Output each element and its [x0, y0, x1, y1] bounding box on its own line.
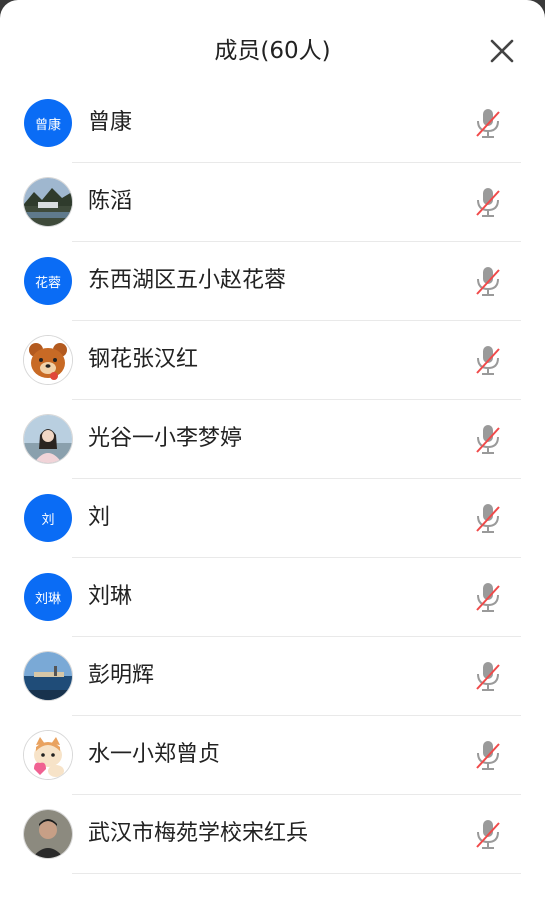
avatar [24, 178, 72, 226]
member-name: 陈滔 [88, 189, 133, 214]
member-row[interactable]: 陈滔 [0, 163, 545, 242]
cat-cartoon-icon [24, 731, 72, 779]
close-icon [490, 39, 514, 63]
mic-muted-icon[interactable] [472, 106, 504, 140]
member-name: 武汉市梅苑学校宋红兵 [88, 821, 309, 846]
avatar-initials: 刘琳 [34, 591, 61, 607]
avatar: 刘琳 [24, 573, 72, 621]
mic-muted-icon[interactable] [472, 264, 504, 298]
divider [72, 873, 521, 874]
member-row[interactable]: 水一小郑曾贞 [0, 716, 545, 795]
avatar-initials: 刘 [41, 512, 55, 528]
avatar [24, 336, 72, 384]
member-row[interactable]: 彭明辉 [0, 637, 545, 716]
avatar: 花蓉 [24, 257, 72, 305]
avatar-initials: 曾康 [34, 117, 61, 133]
member-row[interactable]: 刘 刘 [0, 479, 545, 558]
member-row[interactable]: 花蓉 东西湖区五小赵花蓉 [0, 242, 545, 321]
member-name: 刘 [88, 505, 111, 530]
member-name: 水一小郑曾贞 [88, 742, 221, 767]
avatar [24, 415, 72, 463]
member-name: 东西湖区五小赵花蓉 [88, 268, 287, 293]
man-portrait-icon [24, 810, 72, 858]
member-name: 曾康 [88, 110, 133, 135]
mic-muted-icon[interactable] [472, 185, 504, 219]
mic-muted-icon[interactable] [472, 422, 504, 456]
avatar [24, 731, 72, 779]
member-name: 彭明辉 [88, 663, 155, 688]
person-photo-icon [24, 415, 72, 463]
page-title: 成员(60人) [214, 38, 331, 64]
member-name: 钢花张汉红 [88, 347, 199, 372]
avatar: 曾康 [24, 99, 72, 147]
member-list: 曾康 曾康 陈滔 花蓉 东西湖区五小赵花蓉 钢花张汉红 光谷一小李梦婷 刘 刘 … [0, 84, 545, 874]
mic-muted-icon[interactable] [472, 817, 504, 851]
member-row[interactable]: 钢花张汉红 [0, 321, 545, 400]
mic-muted-icon[interactable] [472, 343, 504, 377]
seaside-photo-icon [24, 652, 72, 700]
mic-muted-icon[interactable] [472, 580, 504, 614]
member-row[interactable]: 武汉市梅苑学校宋红兵 [0, 795, 545, 874]
landscape-photo-icon [24, 178, 72, 226]
member-name: 光谷一小李梦婷 [88, 426, 243, 451]
member-row[interactable]: 光谷一小李梦婷 [0, 400, 545, 479]
close-button[interactable] [489, 38, 515, 64]
avatar [24, 652, 72, 700]
members-sheet: 成员(60人) 曾康 曾康 陈滔 花蓉 东西湖区五小赵花蓉 钢花张汉红 光谷一小… [0, 0, 545, 900]
avatar [24, 810, 72, 858]
member-name: 刘琳 [88, 584, 133, 609]
avatar: 刘 [24, 494, 72, 542]
avatar-initials: 花蓉 [34, 275, 61, 291]
mic-muted-icon[interactable] [472, 659, 504, 693]
member-row[interactable]: 曾康 曾康 [0, 84, 545, 163]
sheet-header: 成员(60人) [0, 0, 545, 92]
mic-muted-icon[interactable] [472, 501, 504, 535]
mic-muted-icon[interactable] [472, 738, 504, 772]
bear-cartoon-icon [24, 336, 72, 384]
member-row[interactable]: 刘琳 刘琳 [0, 558, 545, 637]
